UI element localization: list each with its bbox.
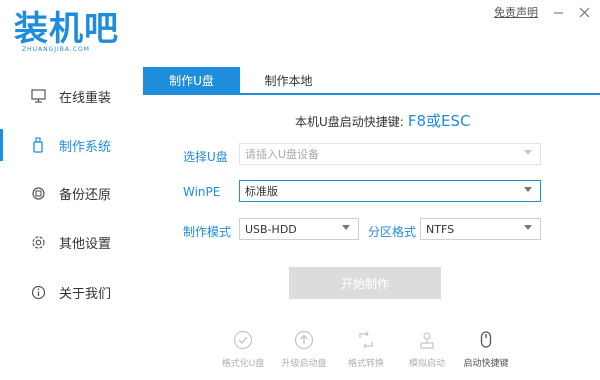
sidebar-item-label: 在线重装 (59, 90, 112, 106)
format-usb-button[interactable]: 格式化U盘 (213, 330, 273, 374)
sidebar-item-backup-restore[interactable]: 备份还原 (0, 169, 140, 217)
usb-icon (30, 137, 46, 153)
chevron-down-icon (524, 225, 532, 230)
sidebar-item-label: 关于我们 (59, 286, 112, 302)
mouse-icon (476, 330, 496, 350)
usb-select-label: 选择U盘 (183, 150, 228, 164)
monitor-icon (30, 88, 46, 104)
upgrade-boot-disk-button[interactable]: 升级启动盘 (274, 330, 334, 374)
tool-label: 启动快捷键 (463, 359, 509, 369)
sidebar: 在线重装 制作系统 备份还原 其他设置 关于我们 (0, 70, 140, 380)
mode-select-value: USB-HDD (245, 222, 297, 236)
simulate-icon (417, 330, 437, 350)
sidebar-item-make-system[interactable]: 制作系统 (0, 121, 140, 169)
upload-circle-icon (294, 330, 314, 350)
sidebar-item-about-us[interactable]: 关于我们 (0, 268, 140, 316)
convert-icon (356, 330, 376, 350)
disclaimer-link[interactable]: 免责声明 (494, 4, 538, 20)
usb-select-placeholder: 请插入U盘设备 (245, 148, 320, 161)
info-icon (30, 284, 46, 300)
hotkey-info: 本机U盘启动快捷键: F8或ESC (295, 110, 470, 131)
gear-icon (30, 234, 46, 250)
partition-select-label: 分区格式 (368, 225, 417, 239)
sidebar-item-online-reinstall[interactable]: 在线重装 (0, 72, 140, 120)
boot-hotkey-button[interactable]: 启动快捷键 (456, 330, 516, 374)
partition-select-value: NTFS (426, 222, 455, 236)
winpe-select-value: 标准版 (245, 185, 278, 198)
minimize-icon[interactable] (552, 6, 564, 18)
bottom-toolbar: 格式化U盘 升级启动盘 格式转换 模拟启动 启动快捷键 (210, 330, 530, 374)
winpe-select[interactable]: 标准版 (239, 180, 541, 202)
sidebar-item-other-settings[interactable]: 其他设置 (0, 218, 140, 266)
logo-text: 装机吧 (14, 9, 119, 49)
app-logo: 装机吧 ZHUANGJIBA.COM (14, 10, 129, 60)
usb-select[interactable]: 请插入U盘设备 (239, 143, 541, 165)
sidebar-item-label: 制作系统 (59, 139, 112, 155)
tool-label: 格式化U盘 (221, 359, 265, 369)
tool-label: 格式转换 (347, 359, 384, 369)
check-circle-icon (233, 330, 253, 350)
partition-select[interactable]: NTFS (420, 218, 541, 240)
mode-select[interactable]: USB-HDD (239, 218, 359, 240)
chevron-down-icon (524, 150, 532, 155)
format-convert-button[interactable]: 格式转换 (336, 330, 396, 374)
hotkey-keys: F8或ESC (407, 112, 471, 130)
mode-select-label: 制作模式 (183, 225, 232, 239)
simulate-boot-button[interactable]: 模拟启动 (397, 330, 457, 374)
backup-icon (30, 185, 46, 201)
hotkey-label: 本机U盘启动快捷键: (295, 115, 404, 129)
tab-make-usb[interactable]: 制作U盘 (143, 67, 240, 93)
winpe-select-label: WinPE (183, 185, 221, 199)
title-bar-controls: 免责声明 (494, 4, 590, 20)
tool-label: 升级启动盘 (281, 359, 327, 369)
chevron-down-icon (524, 187, 532, 192)
close-icon[interactable] (578, 6, 590, 18)
tool-label: 模拟启动 (408, 359, 445, 369)
start-make-button[interactable]: 开始制作 (289, 267, 441, 299)
tab-make-local[interactable]: 制作本地 (240, 67, 337, 93)
sidebar-item-label: 其他设置 (59, 236, 112, 252)
sidebar-item-label: 备份还原 (59, 187, 112, 203)
chevron-down-icon (342, 225, 350, 230)
tab-bar: 制作U盘 制作本地 (143, 67, 600, 95)
